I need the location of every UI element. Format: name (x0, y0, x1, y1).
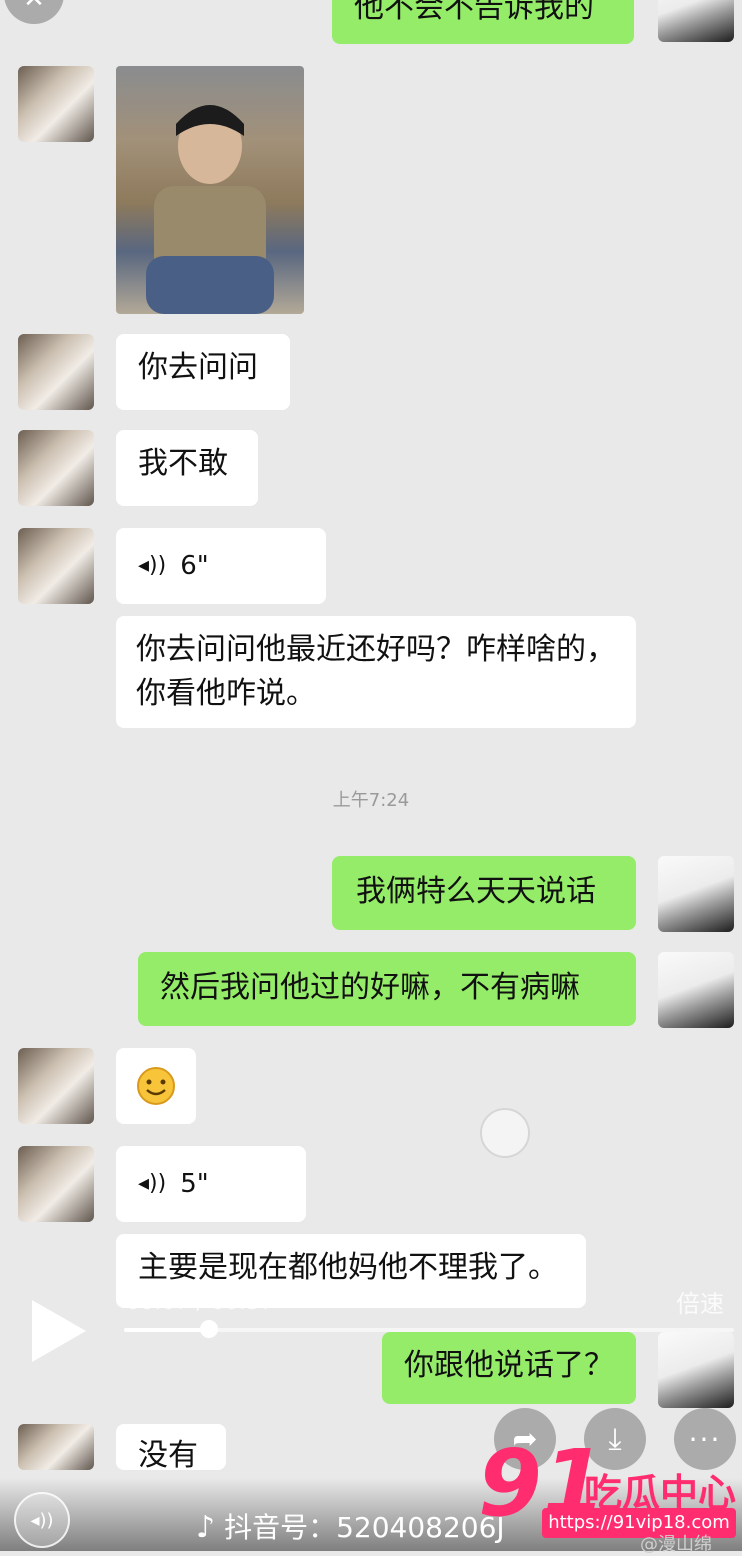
chat-bubble-sent: 他不会不告诉我的 (332, 0, 634, 44)
audio-icon: ◂)) (30, 1509, 54, 1531)
avatar-friend[interactable] (18, 528, 94, 604)
avatar-friend[interactable] (18, 334, 94, 410)
avatar-self[interactable] (658, 0, 734, 42)
voice-message[interactable]: ◂)) 5" (116, 1146, 306, 1222)
close-button[interactable]: ✕ (4, 0, 64, 24)
chat-bubble-sent[interactable]: 我俩特么天天说话 (332, 856, 636, 930)
avatar-friend[interactable] (18, 66, 94, 142)
avatar-friend[interactable] (18, 1146, 94, 1222)
chat-bubble-received[interactable]: 没有 (116, 1424, 226, 1470)
voice-icon: ◂)) (138, 1171, 167, 1196)
chat-image[interactable] (116, 66, 304, 314)
audio-button[interactable]: ◂)) (14, 1492, 70, 1548)
more-icon: ··· (688, 1422, 722, 1456)
more-button[interactable]: ··· (674, 1408, 736, 1470)
download-icon: ⤓ (608, 1421, 622, 1457)
floating-touch-indicator (480, 1108, 530, 1158)
avatar-friend[interactable] (18, 1048, 94, 1124)
playback-time: 00:07 / 00:57 (126, 1290, 275, 1315)
progress-knob[interactable] (200, 1320, 219, 1338)
avatar-friend[interactable] (18, 1424, 94, 1470)
emoji-message[interactable] (116, 1048, 196, 1124)
chat-bubble-received[interactable]: 我不敢 (116, 430, 258, 506)
progress-fill (124, 1328, 210, 1332)
avatar-self[interactable] (658, 856, 734, 932)
emoji-smile-icon (137, 1067, 175, 1105)
voice-message[interactable]: ◂)) 6" (116, 528, 326, 604)
avatar-self[interactable] (658, 952, 734, 1028)
chat-bubble-received[interactable]: 你去问问他最近还好吗？咋样啥的，你看他咋说。 (116, 616, 636, 728)
chat-bubble-received[interactable]: 你去问问 (116, 334, 290, 410)
message-timestamp: 上午7:24 (332, 790, 410, 811)
chat-bubble-sent[interactable]: 然后我问他过的好嘛，不有病嘛 (138, 952, 636, 1026)
tiktok-icon: ♪ (196, 1510, 216, 1545)
play-icon (32, 1300, 86, 1362)
person-photo-illustration (146, 105, 274, 314)
avatar-self[interactable] (658, 1332, 734, 1408)
play-button[interactable] (26, 1296, 90, 1366)
close-icon: ✕ (23, 0, 45, 14)
tiktok-id: ♪ 抖音号：520408206J (196, 1510, 505, 1545)
avatar-friend[interactable] (18, 430, 94, 506)
voice-icon: ◂)) (138, 553, 167, 578)
speed-button[interactable]: 倍速 (676, 1284, 724, 1319)
weibo-handle: @漫山绵 (640, 1534, 712, 1555)
chat-bubble-sent[interactable]: 你跟他说话了？ (382, 1332, 636, 1404)
